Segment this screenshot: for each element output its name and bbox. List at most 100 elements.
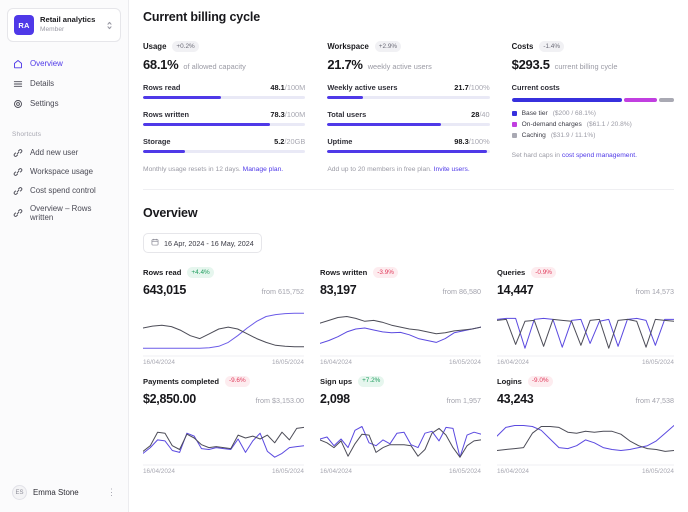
chevron-updown-icon xyxy=(105,20,114,31)
card-title: Rows written xyxy=(320,268,368,278)
section-divider xyxy=(143,189,674,191)
legend-label: On-demand charges xyxy=(521,120,582,128)
legend-value: ($31.9 / 11.1%) xyxy=(550,131,596,139)
sidebar-item-details[interactable]: Details xyxy=(7,74,121,93)
card-date-axis: 16/04/2024 16/05/2024 xyxy=(497,359,674,366)
costs-caption: current billing cycle xyxy=(554,61,618,71)
list-icon xyxy=(12,78,23,89)
card-value-row: 14,447 from 14,573 xyxy=(497,283,674,297)
costs-header: Costs -1.4% xyxy=(512,41,674,52)
sparkline-chart xyxy=(497,414,674,466)
sparkline-chart xyxy=(320,414,481,466)
shortcut-cost-spend-control[interactable]: Cost spend control xyxy=(7,181,121,200)
shortcut-overview-rows-written[interactable]: Overview – Rows written xyxy=(7,200,121,226)
metric-storage: Storage 5.2/20GB xyxy=(143,137,306,154)
sidebar-item-settings[interactable]: Settings xyxy=(7,94,121,113)
metric-card-queries[interactable]: Queries -0.9% 14,447 from 14,573 16/04/2024 1… xyxy=(497,267,674,366)
calendar-icon xyxy=(151,238,159,248)
usage-caption: of allowed capacity xyxy=(183,61,246,71)
metric-card-sign-ups[interactable]: Sign ups +7.2% 2,098 from 1,957 16/04/2024 16… xyxy=(320,375,497,475)
axis-end-date: 16/05/2024 xyxy=(272,467,304,475)
current-costs-label: Current costs xyxy=(511,82,560,92)
metric-label: Total users xyxy=(327,109,367,119)
workspace-footer: Add up to 20 members in free plan. Invit… xyxy=(327,166,489,173)
manage-plan-link[interactable]: Manage plan. xyxy=(243,166,284,173)
usage-header: Usage +0.2% xyxy=(143,41,305,52)
card-change-badge: -9.0% xyxy=(527,375,553,387)
kebab-menu-icon[interactable]: ⋮ xyxy=(107,488,116,497)
axis-end-date: 16/05/2024 xyxy=(272,358,304,366)
metric-value: 21.7/100% xyxy=(454,82,490,92)
current-costs-block: Current costs xyxy=(511,82,674,102)
card-header: Queries -0.9% xyxy=(497,267,674,278)
shortcut-label: Workspace usage xyxy=(30,167,94,176)
cost-spend-management-link[interactable]: cost spend management. xyxy=(562,152,637,159)
avatar: ES xyxy=(12,485,27,500)
metric-label: Weekly active users xyxy=(327,82,398,92)
legend-swatch xyxy=(511,132,517,138)
date-range-picker[interactable]: 16 Apr, 2024 - 16 May, 2024 xyxy=(143,233,262,254)
card-value: 14,447 xyxy=(497,282,534,297)
card-value: 643,015 xyxy=(143,282,187,297)
progress-bar xyxy=(143,150,306,154)
costs-headline: $293.5 current billing cycle xyxy=(512,57,674,72)
sidebar-item-label: Settings xyxy=(30,99,59,108)
date-range-label: 16 Apr, 2024 - 16 May, 2024 xyxy=(164,238,254,248)
metric-value: 5.2/20GB xyxy=(274,137,306,147)
link-icon xyxy=(12,147,23,158)
sidebar-item-label: Overview xyxy=(30,59,63,68)
workspace-value: 21.7% xyxy=(327,56,363,72)
axis-end-date: 16/05/2024 xyxy=(642,358,674,366)
costs-footer-text: Set hard caps in xyxy=(511,151,562,159)
metric-card-rows-read[interactable]: Rows read +4.4% 643,015 from 615,752 16/04/2… xyxy=(143,267,320,366)
legend-value: ($61.1 / 20.8%) xyxy=(586,120,632,128)
progress-bar xyxy=(327,95,490,99)
card-value: 43,243 xyxy=(497,391,534,406)
metric-card-logins[interactable]: Logins -9.0% 43,243 from 47,538 16/04/2024 16… xyxy=(497,375,674,475)
workspace-caption: weekly active users xyxy=(367,61,432,71)
progress-bar xyxy=(143,122,306,127)
invite-users-link[interactable]: Invite users. xyxy=(434,166,470,173)
card-header: Payments completed -9.6% xyxy=(143,375,304,387)
card-previous-value: from 14,573 xyxy=(635,286,674,296)
shortcut-workspace-usage[interactable]: Workspace usage xyxy=(7,162,121,181)
card-title: Rows read xyxy=(143,268,182,278)
axis-start-date: 16/04/2024 xyxy=(320,467,352,475)
user-account-row[interactable]: ES Emma Stone ⋮ xyxy=(7,481,121,504)
workspace-name: Retail analytics xyxy=(40,16,96,25)
workspace-avatar: RA xyxy=(14,15,34,35)
card-previous-value: from 86,580 xyxy=(442,286,481,296)
workspace-switcher[interactable]: RA Retail analytics Member xyxy=(7,8,121,42)
axis-start-date: 16/04/2024 xyxy=(320,358,352,366)
sidebar: RA Retail analytics Member Overview Deta… xyxy=(0,0,129,512)
shortcuts-heading: Shortcuts xyxy=(12,131,42,138)
costs-value: $293.5 xyxy=(511,56,550,72)
progress-bar xyxy=(327,150,490,154)
app-root: RA Retail analytics Member Overview Deta… xyxy=(0,0,688,512)
shortcut-add-new-user[interactable]: Add new user xyxy=(7,143,121,162)
usage-footer: Monthly usage resets in 12 days. Manage … xyxy=(143,166,305,173)
card-value-row: 2,098 from 1,957 xyxy=(320,392,481,406)
metric-card-rows-written[interactable]: Rows written -3.9% 83,197 from 86,580 16/04/… xyxy=(320,267,497,366)
card-value: $2,850.00 xyxy=(143,391,196,406)
sidebar-item-overview[interactable]: Overview xyxy=(7,54,121,73)
usage-headline: 68.1% of allowed capacity xyxy=(143,57,305,72)
metric-cards-row-2: Payments completed -9.6% $2,850.00 from $3,… xyxy=(143,375,674,475)
workspace-label: Workspace xyxy=(327,41,369,51)
axis-end-date: 16/05/2024 xyxy=(449,467,481,475)
card-previous-value: from $3,153.00 xyxy=(255,395,304,405)
card-header: Rows read +4.4% xyxy=(143,267,304,278)
metric-card-payments-completed[interactable]: Payments completed -9.6% $2,850.00 from $3,… xyxy=(143,375,320,475)
legend-swatch xyxy=(511,110,517,116)
cost-breakdown-bar xyxy=(511,97,674,102)
cost-segment-on-demand xyxy=(623,97,658,102)
card-date-axis: 16/04/2024 16/05/2024 xyxy=(320,359,481,366)
legend-item: On-demand charges ($61.1 / 20.8%) xyxy=(511,120,674,128)
card-value-row: 643,015 from 615,752 xyxy=(143,283,304,297)
billing-column-workspace: Workspace +2.9% 21.7% weekly active user… xyxy=(323,41,507,173)
shortcut-label: Add new user xyxy=(30,148,79,157)
metric-value: 98.3/100% xyxy=(454,137,490,147)
card-title: Payments completed xyxy=(143,376,219,386)
shortcut-label: Cost spend control xyxy=(30,186,96,195)
home-icon xyxy=(12,58,23,69)
